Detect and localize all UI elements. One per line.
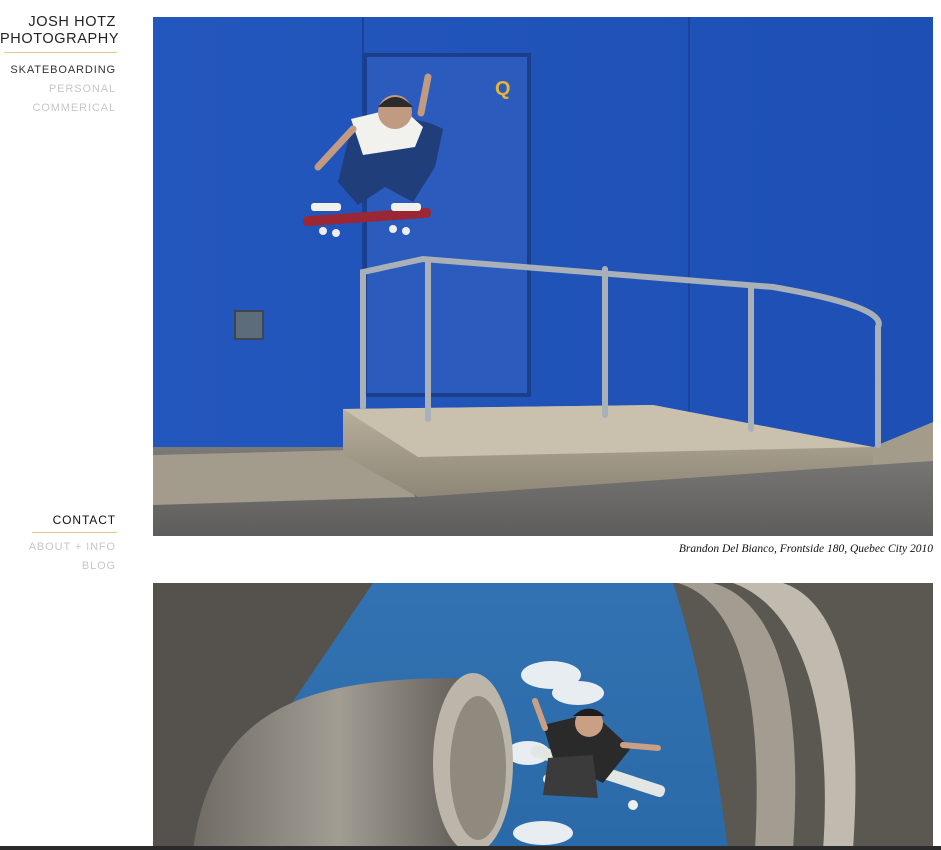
title-divider — [4, 52, 117, 53]
site-title-line1: JOSH HOTZ — [28, 14, 116, 30]
nav-commercial-link[interactable]: COMMERICAL — [0, 99, 116, 118]
nav-personal-link[interactable]: PERSONAL — [0, 80, 116, 99]
nav-skateboarding-link[interactable]: SKATEBOARDING — [0, 61, 116, 80]
gallery-nav: SKATEBOARDING PERSONAL COMMERICAL — [0, 61, 116, 118]
page-bottom-bar — [0, 846, 941, 850]
svg-text:Q: Q — [495, 78, 511, 100]
contact-divider — [32, 532, 117, 533]
photo-1-caption: Brandon Del Bianco, Frontside 180, Quebe… — [678, 543, 933, 555]
gallery-photo-1[interactable]: Q — [153, 17, 933, 536]
about-info-link[interactable]: ABOUT + INFO — [0, 538, 116, 557]
site-logo[interactable]: JOSH HOTZ PHOTOGRAPHY — [0, 14, 120, 48]
blog-link[interactable]: BLOG — [0, 557, 116, 576]
site-title-line2: PHOTOGRAPHY — [0, 31, 120, 47]
skateboard-photo-concrete-pipes — [153, 583, 933, 850]
info-nav: ABOUT + INFO BLOG — [0, 538, 116, 576]
skateboard-photo-blue-wall: Q — [153, 17, 933, 536]
gallery-photo-2[interactable] — [153, 583, 933, 850]
contact-link[interactable]: CONTACT — [0, 513, 116, 527]
